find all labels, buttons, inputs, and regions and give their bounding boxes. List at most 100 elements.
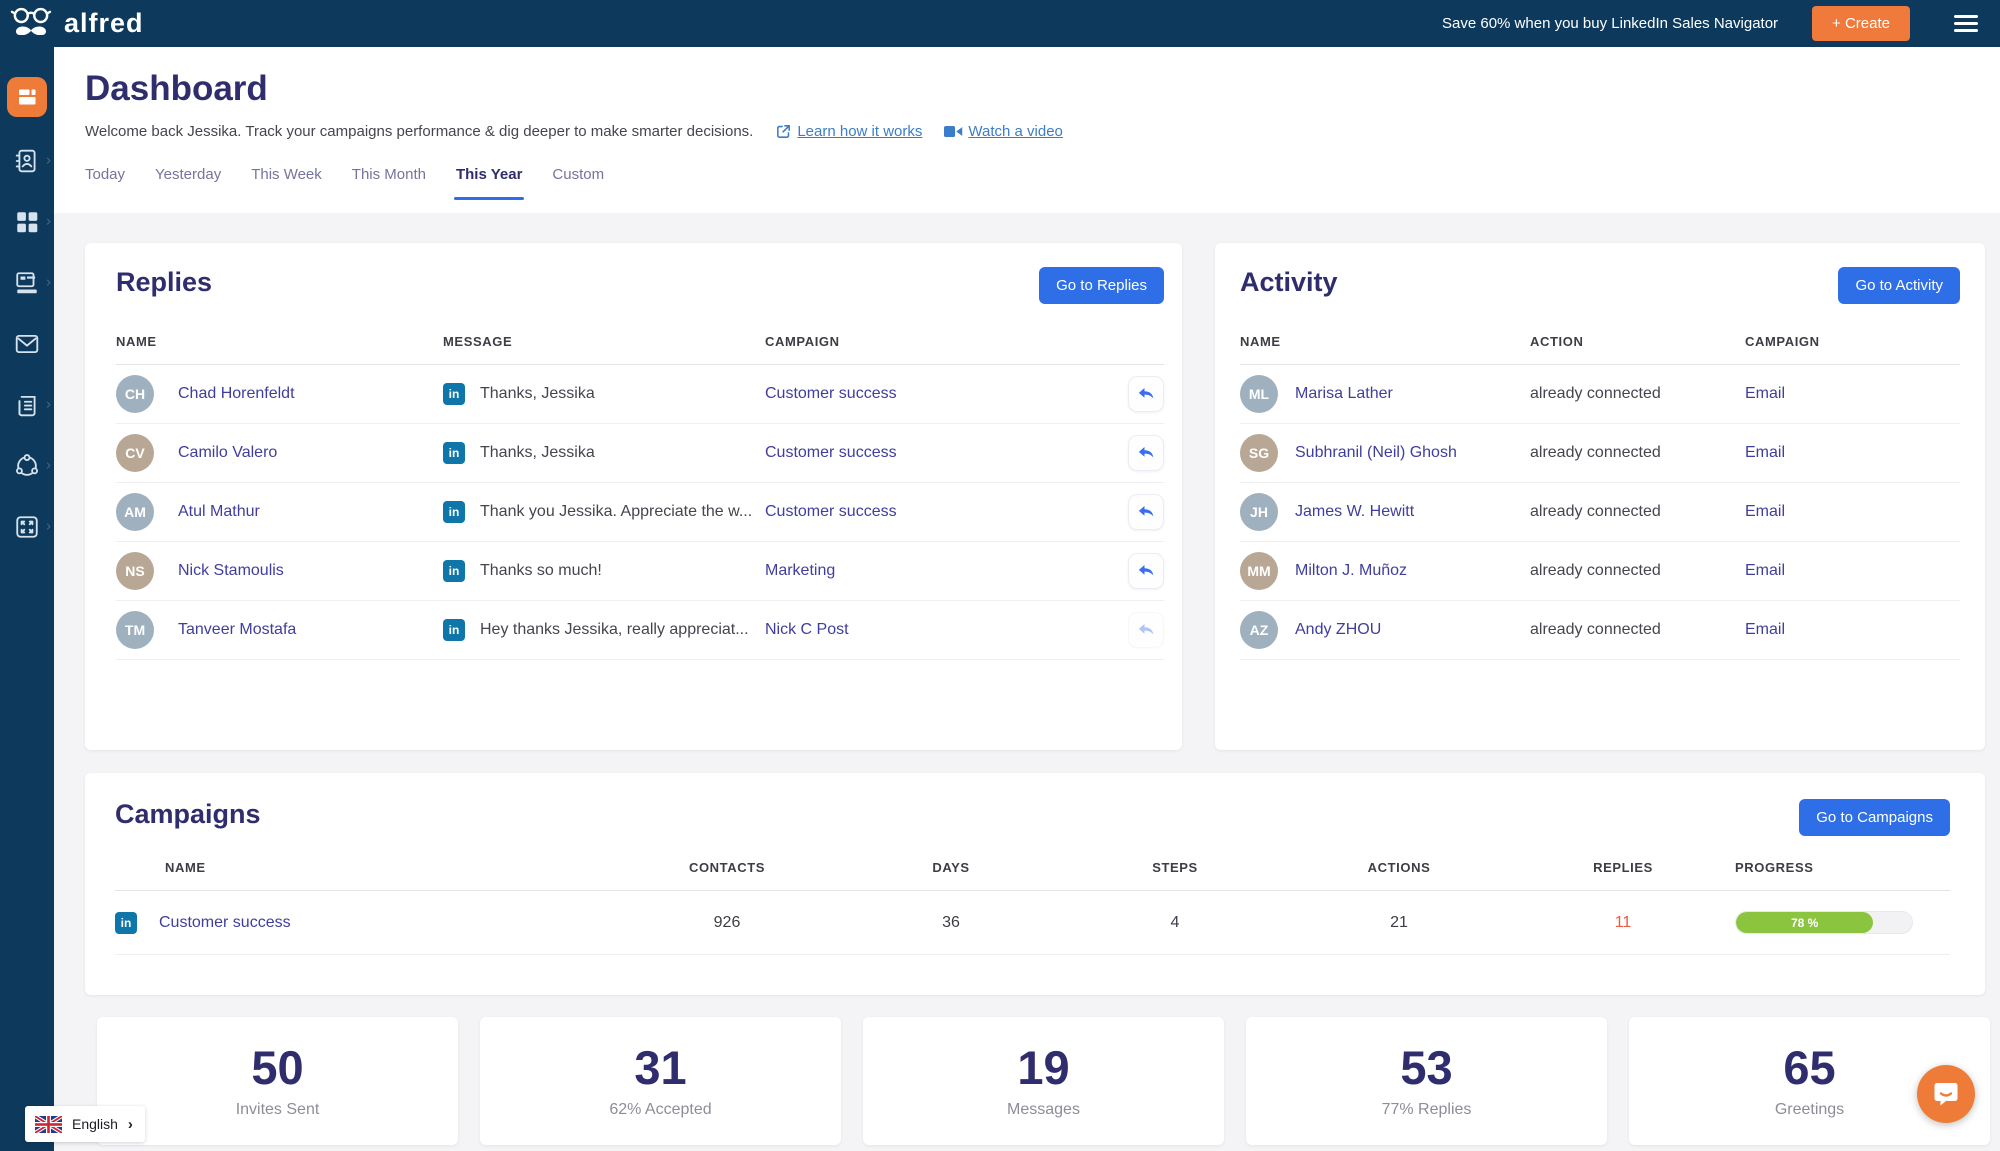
contacts-icon [15, 149, 36, 172]
col-contacts: CONTACTS [688, 860, 766, 875]
campaign-link[interactable]: Nick C Post [765, 621, 1091, 639]
sidebar-item-integrations[interactable]: › [0, 496, 54, 557]
stat-label: Invites Sent [235, 1100, 320, 1118]
replies-table-header: NAME MESSAGE CAMPAIGN [116, 304, 1164, 365]
sidebar-item-dashboard[interactable] [0, 64, 54, 130]
avatar: ML [1240, 375, 1278, 413]
learn-how-it-works-link[interactable]: Learn how it works [775, 123, 922, 140]
reply-row: NS Nick Stamoulis in Thanks so much! Mar… [116, 542, 1164, 601]
sidebar-item-inbox[interactable] [0, 313, 54, 374]
tab-yesterday[interactable]: Yesterday [155, 166, 221, 200]
campaigns-title: Campaigns [115, 799, 261, 829]
main-content: Dashboard Welcome back Jessika. Track yo… [54, 47, 2000, 1151]
contact-name-link[interactable]: Tanveer Mostafa [178, 621, 443, 639]
brand[interactable]: alfred [10, 5, 144, 43]
avatar: AM [116, 493, 154, 531]
linkedin-icon: in [115, 911, 137, 934]
campaign-name-link[interactable]: Customer success [159, 914, 291, 932]
tab-this-year[interactable]: This Year [453, 166, 525, 200]
stat-label: 62% Accepted [609, 1100, 712, 1118]
contact-name-link[interactable]: Andy ZHOU [1295, 621, 1530, 639]
col-name: NAME [1240, 334, 1281, 349]
campaign-link[interactable]: Email [1745, 562, 1960, 580]
contact-name-link[interactable]: Camilo Valero [178, 444, 443, 462]
campaigns-table-header: NAME CONTACTS DAYS STEPS ACTIONS REPLIES… [115, 836, 1950, 891]
col-replies: REPLIES [1593, 860, 1653, 875]
brand-name: alfred [64, 8, 144, 38]
video-camera-icon [944, 125, 963, 138]
topbar: alfred Save 60% when you buy LinkedIn Sa… [0, 0, 2000, 47]
stat-card-accepted: 31 62% Accepted [480, 1017, 841, 1145]
stat-label: Messages [1007, 1100, 1080, 1118]
stat-value: 53 [1400, 1040, 1453, 1094]
chat-bubble-icon [1934, 1083, 1958, 1106]
contact-name-link[interactable]: Nick Stamoulis [178, 562, 443, 580]
activity-card: Activity Go to Activity NAME ACTION CAMP… [1215, 243, 1985, 750]
stat-value: 65 [1783, 1040, 1836, 1094]
stat-card-invites: 50 Invites Sent [97, 1017, 458, 1145]
avatar: CH [116, 375, 154, 413]
campaign-link[interactable]: Email [1745, 621, 1960, 639]
language-selector[interactable]: English › [25, 1106, 145, 1142]
campaign-contacts: 926 [713, 913, 741, 931]
contact-name-link[interactable]: Marisa Lather [1295, 385, 1530, 403]
reply-button[interactable] [1128, 376, 1164, 412]
col-progress: PROGRESS [1735, 860, 1814, 875]
col-actions: ACTIONS [1367, 860, 1431, 875]
sidebar-item-feed[interactable]: › [0, 374, 54, 435]
campaign-link[interactable]: Customer success [765, 444, 1091, 462]
stat-value: 31 [634, 1040, 687, 1094]
date-range-tabs: Today Yesterday This Week This Month Thi… [85, 166, 2000, 200]
hamburger-menu-icon[interactable] [1954, 15, 1978, 32]
chevron-right-icon: › [46, 455, 51, 473]
stat-label: Greetings [1774, 1100, 1845, 1118]
campaign-link[interactable]: Email [1745, 503, 1960, 521]
tab-this-week[interactable]: This Week [251, 166, 322, 200]
tab-this-month[interactable]: This Month [352, 166, 426, 200]
campaign-link[interactable]: Customer success [765, 385, 1091, 403]
external-link-icon [777, 125, 791, 138]
campaign-link[interactable]: Customer success [765, 503, 1091, 521]
contact-name-link[interactable]: Milton J. Muñoz [1295, 562, 1530, 580]
chevron-right-icon: › [46, 394, 51, 412]
campaign-progress-fill: 78 % [1736, 912, 1874, 933]
chat-widget-button[interactable] [1917, 1065, 1975, 1123]
linkedin-icon: in [443, 442, 465, 464]
uk-flag-icon [35, 1115, 62, 1133]
reply-button[interactable] [1128, 553, 1164, 589]
campaign-replies-count[interactable]: 11 [1511, 914, 1735, 932]
contact-name-link[interactable]: James W. Hewitt [1295, 503, 1530, 521]
sidebar-item-campaigns[interactable]: › [0, 191, 54, 252]
reply-row: CV Camilo Valero in Thanks, Jessika Cust… [116, 424, 1164, 483]
sidebar-item-network[interactable]: › [0, 435, 54, 496]
avatar: JH [1240, 493, 1278, 531]
watch-a-video-link[interactable]: Watch a video [944, 123, 1063, 140]
sidebar-item-templates[interactable]: › [0, 252, 54, 313]
campaign-link[interactable]: Email [1745, 444, 1960, 462]
sidebar: › › › › › › [0, 0, 54, 1151]
go-to-replies-button[interactable]: Go to Replies [1039, 267, 1164, 304]
reply-button[interactable] [1128, 612, 1164, 648]
create-button[interactable]: + Create [1812, 6, 1910, 41]
language-label: English [72, 1116, 118, 1132]
avatar: TM [116, 611, 154, 649]
contact-name-link[interactable]: Atul Mathur [178, 503, 443, 521]
tab-today[interactable]: Today [85, 166, 125, 200]
go-to-campaigns-button[interactable]: Go to Campaigns [1799, 799, 1950, 836]
stat-value: 19 [1017, 1040, 1070, 1094]
linkedin-icon: in [443, 560, 465, 582]
reply-button[interactable] [1128, 494, 1164, 530]
go-to-activity-button[interactable]: Go to Activity [1838, 267, 1960, 304]
campaign-link[interactable]: Email [1745, 385, 1960, 403]
reply-arrow-icon [1138, 624, 1154, 635]
replies-title: Replies [116, 267, 213, 297]
reply-button[interactable] [1128, 435, 1164, 471]
tab-custom[interactable]: Custom [552, 166, 604, 200]
contact-name-link[interactable]: Chad Horenfeldt [178, 385, 443, 403]
sidebar-item-contacts[interactable]: › [0, 130, 54, 191]
contact-name-link[interactable]: Subhranil (Neil) Ghosh [1295, 444, 1530, 462]
chevron-right-icon: › [127, 1115, 133, 1133]
page-title: Dashboard [85, 69, 268, 108]
col-name: NAME [116, 334, 157, 349]
campaign-link[interactable]: Marketing [765, 562, 1091, 580]
